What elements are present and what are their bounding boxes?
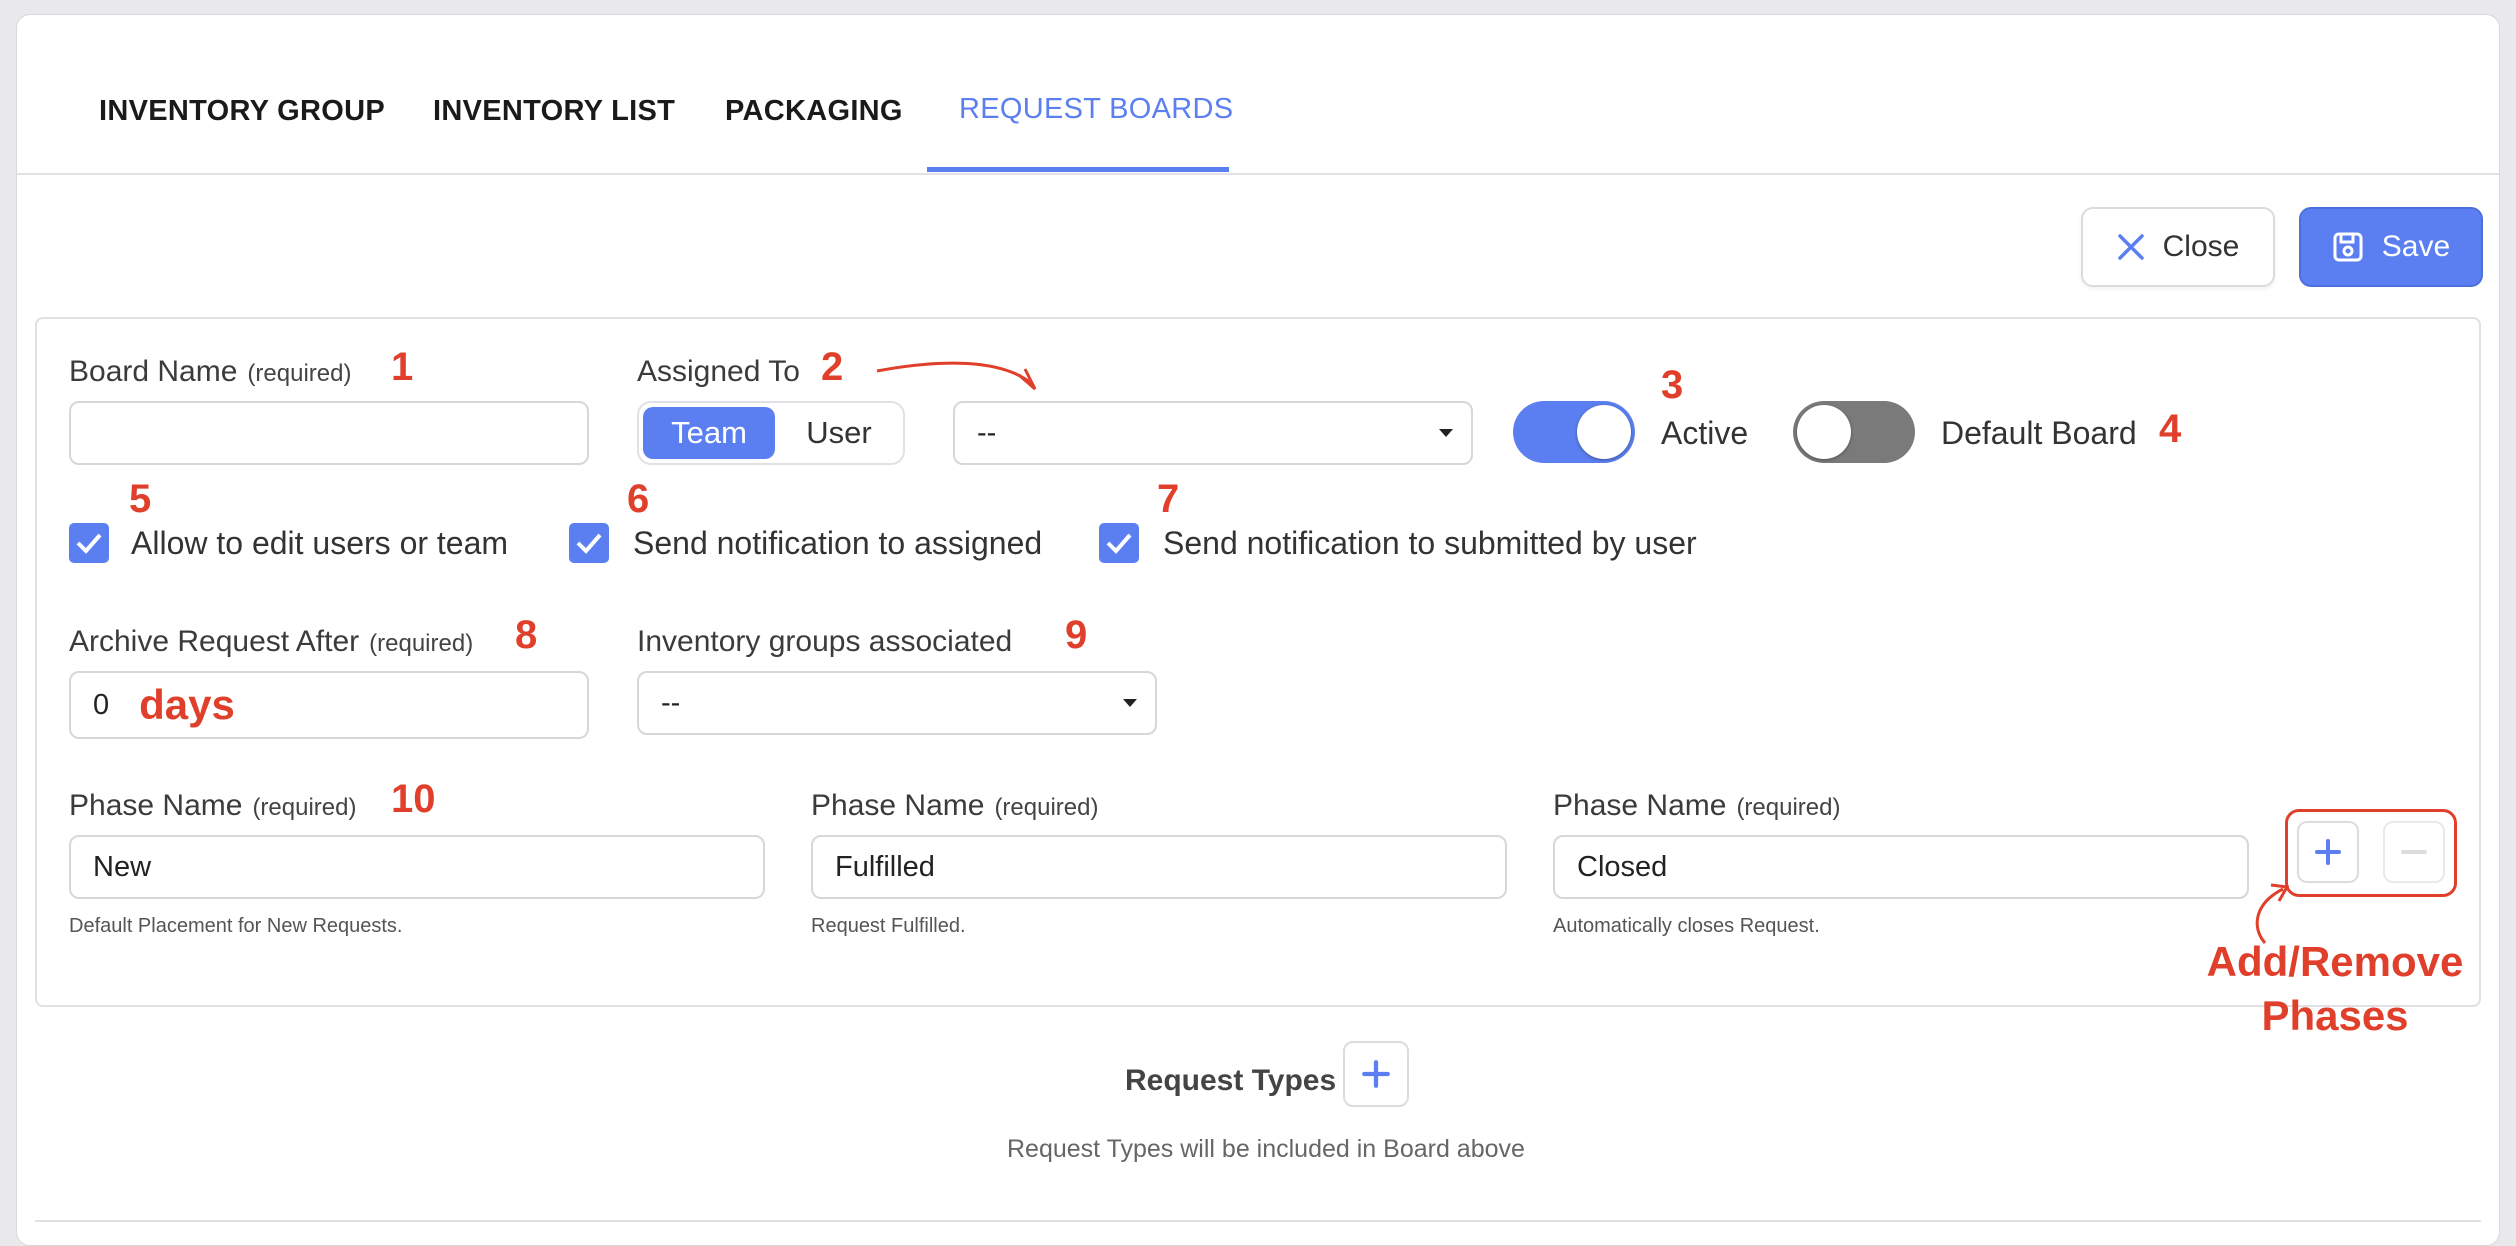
active-label: Active (1661, 415, 1749, 451)
phase-2-input[interactable]: Fulfilled (811, 835, 1507, 899)
annotation-4: 4 (2159, 407, 2182, 451)
phase-1-label: Phase Name (required) (69, 789, 357, 822)
phase-2-label: Phase Name (required) (811, 789, 1099, 822)
default-board-toggle[interactable] (1793, 401, 1915, 463)
notify-assigned-label: Send notification to assigned (633, 525, 1043, 561)
checkmark-icon (1106, 533, 1132, 554)
phase-1-hint: Default Placement for New Requests. (69, 915, 403, 937)
chevron-down-icon (1123, 699, 1137, 707)
annotation-days: days (139, 681, 235, 728)
chevron-down-icon (1439, 429, 1453, 437)
segment-team[interactable]: Team (643, 407, 775, 459)
phase-2-hint: Request Fulfilled. (811, 915, 966, 937)
annotation-7: 7 (1157, 477, 1180, 521)
request-types-subtitle: Request Types will be included in Board … (1007, 1135, 1525, 1163)
annotation-8: 8 (515, 613, 538, 657)
annotation-3: 3 (1661, 363, 1684, 407)
default-board-label: Default Board (1941, 415, 2137, 451)
close-button[interactable]: Close (2081, 207, 2275, 287)
tab-packaging[interactable]: PACKAGING (725, 95, 903, 128)
page-card: INVENTORY GROUP INVENTORY LIST PACKAGING… (16, 14, 2500, 1246)
archive-label: Archive Request After (required) (69, 625, 474, 658)
active-tab-indicator (927, 167, 1229, 172)
annotation-arrow-2 (876, 361, 1037, 391)
assigned-to-select[interactable]: -- (953, 401, 1473, 465)
assigned-to-segmented-control: Team User (637, 401, 905, 465)
board-name-input[interactable] (69, 401, 589, 465)
request-types-title: Request Types (1125, 1064, 1337, 1097)
segment-user[interactable]: User (777, 407, 901, 459)
tab-inventory-group[interactable]: INVENTORY GROUP (99, 95, 385, 128)
phase-3-label: Phase Name (required) (1553, 789, 1841, 822)
tab-inventory-list[interactable]: INVENTORY LIST (433, 95, 675, 128)
plus-icon (1362, 1060, 1390, 1088)
assigned-to-label: Assigned To (637, 355, 800, 388)
close-button-label: Close (2162, 230, 2240, 263)
notify-submitter-label: Send notification to submitted by user (1163, 525, 1697, 561)
archive-days-input[interactable]: 0 days (69, 671, 589, 739)
tab-request-boards[interactable]: REQUEST BOARDS (959, 93, 1233, 126)
checkmark-icon (576, 533, 602, 554)
add-request-type-button[interactable] (1343, 1041, 1409, 1107)
annotation-9: 9 (1065, 613, 1088, 657)
phase-1-input[interactable]: New (69, 835, 765, 899)
board-name-label: Board Name (required) (69, 355, 352, 388)
notify-submitter-checkbox[interactable] (1099, 523, 1139, 563)
inventory-groups-select[interactable]: -- (637, 671, 1157, 735)
annotation-6: 6 (627, 477, 650, 521)
add-phase-button[interactable] (2297, 821, 2359, 883)
annotation-10: 10 (391, 777, 436, 821)
minus-icon (2401, 850, 2427, 854)
remove-phase-button[interactable] (2383, 821, 2445, 883)
checkmark-icon (76, 533, 102, 554)
annotation-5: 5 (129, 477, 152, 521)
inventory-groups-label: Inventory groups associated (637, 625, 1013, 658)
annotation-add-remove-phases: Add/Remove Phases (2206, 938, 2464, 1039)
tab-bar: INVENTORY GROUP INVENTORY LIST PACKAGING… (17, 15, 2499, 175)
phase-3-hint: Automatically closes Request. (1553, 915, 1820, 937)
allow-edit-checkbox[interactable] (69, 523, 109, 563)
section-divider (35, 1220, 2481, 1222)
phase-3-input[interactable]: Closed (1553, 835, 2249, 899)
save-button-label: Save (2381, 230, 2451, 263)
allow-edit-label: Allow to edit users or team (131, 525, 509, 561)
close-icon (2117, 233, 2145, 261)
floppy-disk-icon (2332, 231, 2364, 263)
plus-icon (2315, 839, 2341, 865)
notify-assigned-checkbox[interactable] (569, 523, 609, 563)
active-toggle[interactable] (1513, 401, 1635, 463)
save-button[interactable]: Save (2299, 207, 2483, 287)
annotation-2: 2 (821, 345, 844, 389)
annotation-1: 1 (391, 345, 414, 389)
